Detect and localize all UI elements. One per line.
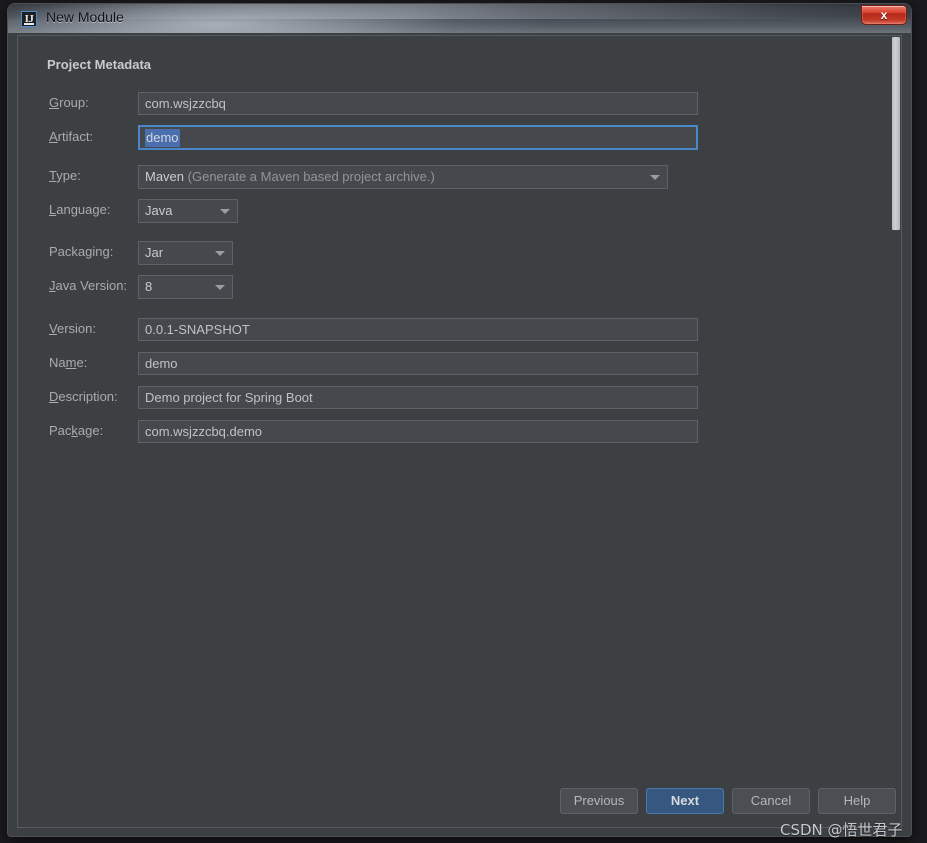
close-button[interactable]: x xyxy=(861,5,907,25)
previous-button[interactable]: Previous xyxy=(560,788,638,814)
close-icon: x xyxy=(880,8,888,22)
field-label: Type: xyxy=(49,168,81,183)
field-label: Package: xyxy=(49,423,104,438)
title-bar-glow xyxy=(8,4,911,33)
cancel-button[interactable]: Cancel xyxy=(732,788,810,814)
scrollbar-thumb[interactable] xyxy=(892,37,900,230)
field-label: Name: xyxy=(49,355,88,370)
field-label: Version: xyxy=(49,321,96,336)
language-dropdown[interactable]: Java xyxy=(138,199,238,223)
packaging-dropdown[interactable]: Jar xyxy=(138,241,233,265)
title-bar[interactable]: IJ New Module x xyxy=(8,4,911,33)
field-label: Java Version: xyxy=(49,278,128,293)
description-input[interactable]: Demo project for Spring Boot xyxy=(138,386,698,409)
version-input[interactable]: 0.0.1-SNAPSHOT xyxy=(138,318,698,341)
field-label: Packaging: xyxy=(49,244,114,259)
field-label: Group: xyxy=(49,95,89,110)
next-button[interactable]: Next xyxy=(646,788,724,814)
new-module-dialog: IJ New Module x Project Metadata Group: c… xyxy=(8,4,911,839)
type-dropdown[interactable]: Maven (Generate a Maven based project ar… xyxy=(138,165,668,189)
dropdown-value: 8 xyxy=(145,279,153,294)
package-input[interactable]: com.wsjzzcbq.demo xyxy=(138,420,698,443)
vertical-scrollbar[interactable] xyxy=(891,36,901,829)
help-button[interactable]: Help xyxy=(818,788,896,814)
field-label: Artifact: xyxy=(49,129,94,144)
window-title: New Module xyxy=(46,9,124,25)
selected-text: demo xyxy=(145,129,180,147)
artifact-input[interactable]: demo xyxy=(138,125,698,150)
chevron-down-icon xyxy=(220,209,230,214)
dropdown-value-detail: (Generate a Maven based project archive.… xyxy=(184,169,435,184)
chevron-down-icon xyxy=(215,251,225,256)
page-title: Project Metadata xyxy=(47,57,152,72)
csdn-watermark: CSDN @悟世君子 xyxy=(780,821,903,839)
java-version-dropdown[interactable]: 8 xyxy=(138,275,233,299)
name-input[interactable]: demo xyxy=(138,352,698,375)
dropdown-value: Maven xyxy=(145,169,185,184)
chevron-down-icon xyxy=(650,175,660,180)
dropdown-value: Jar xyxy=(145,245,164,260)
intellij-idea-icon: IJ xyxy=(21,11,37,27)
field-label: Language: xyxy=(49,202,111,217)
group-input[interactable]: com.wsjzzcbq xyxy=(138,92,698,115)
field-label: Description: xyxy=(49,389,118,404)
dialog-content: Project Metadata Group: com.wsjzzcbq Artif… xyxy=(17,35,902,829)
dropdown-value: Java xyxy=(145,203,173,218)
chevron-down-icon xyxy=(215,285,225,290)
